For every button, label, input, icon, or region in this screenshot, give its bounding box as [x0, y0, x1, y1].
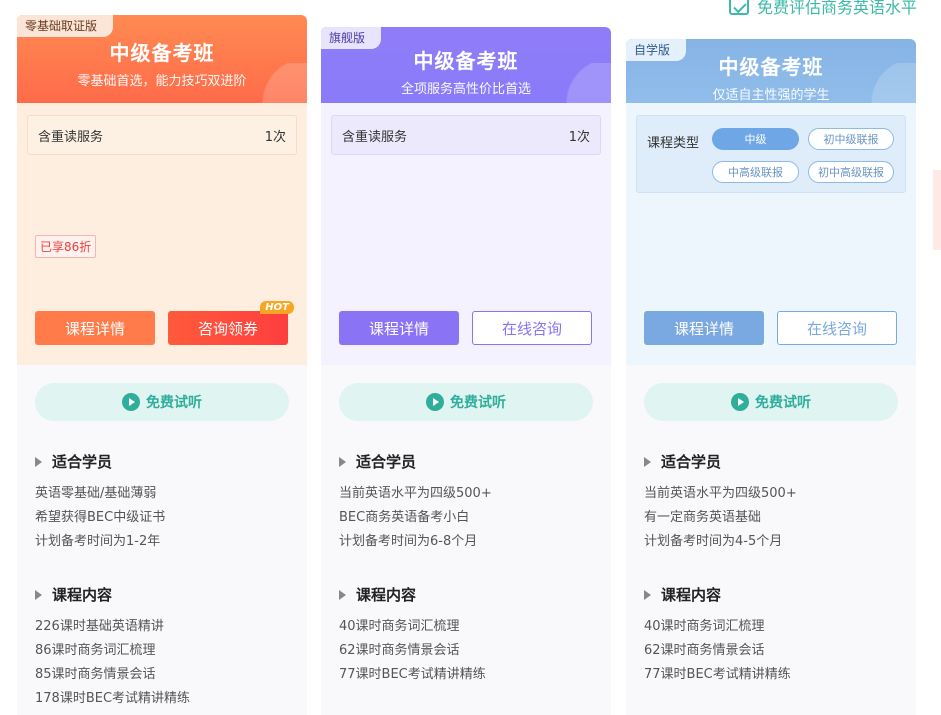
edition-tag: 旗舰版	[321, 27, 382, 49]
list-item: 计划备考时间为6-8个月	[339, 534, 478, 549]
list-item: 当前英语水平为四级500+	[644, 486, 797, 501]
course-detail-button[interactable]: 课程详情	[339, 311, 459, 345]
content-title: 课程内容	[356, 586, 417, 604]
course-type-label: 课程类型	[647, 136, 700, 151]
triangle-bullet-icon	[339, 589, 346, 600]
course-detail-button[interactable]: 课程详情	[35, 311, 155, 345]
edition-tag: 自学版	[626, 39, 687, 61]
list-item: 计划备考时间为4-5个月	[644, 534, 783, 549]
list-item: 62课时商务情景会话	[339, 643, 460, 658]
audience-list: 英语零基础/基础薄弱 希望获得BEC中级证书 计划备考时间为1-2年	[35, 482, 289, 554]
content-heading: 课程内容	[644, 584, 898, 605]
play-icon	[731, 393, 749, 411]
card-header: 旗舰版 中级备考班 全项服务高性价比首选	[321, 27, 611, 103]
free-trial-button[interactable]: 免费试听	[35, 383, 289, 421]
list-item: 有一定商务英语基础	[644, 510, 762, 525]
header-decoration	[471, 63, 611, 103]
list-item: 226课时基础英语精讲	[35, 619, 164, 634]
evaluate-level-label: 免费评估商务英语水平	[756, 0, 917, 17]
header-decoration	[167, 63, 307, 103]
course-card-self-study: 自学版 中级备考班 仅适自主性强的学生 课程类型 中级 初中级联报 中高级联报 …	[626, 39, 916, 715]
list-item: 62课时商务情景会话	[644, 643, 765, 658]
course-card-zero-basis: 零基础取证版 中级备考班 零基础首选，能力技巧双进阶 含重读服务 1次 已享86…	[17, 15, 307, 715]
content-list: 40课时商务词汇梳理 62课时商务情景会话 77课时BEC考试精讲精练	[644, 615, 898, 687]
type-option-elem-inter-adv[interactable]: 初中高级联报	[808, 161, 894, 183]
consult-coupon-label: 咨询领券	[197, 319, 258, 338]
audience-list: 当前英语水平为四级500+ 有一定商务英语基础 计划备考时间为4-5个月	[644, 482, 898, 554]
type-option-elem-inter[interactable]: 初中级联报	[808, 128, 894, 150]
list-item: 英语零基础/基础薄弱	[35, 486, 157, 501]
content-list: 226课时基础英语精讲 86课时商务词汇梳理 85课时商务情景会话 178课时B…	[35, 615, 289, 711]
list-item: 77课时BEC考试精讲精练	[339, 667, 486, 682]
content-heading: 课程内容	[35, 584, 289, 605]
free-trial-button[interactable]: 免费试听	[339, 383, 593, 421]
service-count: 1次	[264, 129, 286, 145]
content-title: 课程内容	[661, 586, 722, 604]
triangle-bullet-icon	[35, 456, 42, 467]
play-icon	[122, 393, 140, 411]
chart-check-icon	[728, 0, 749, 15]
list-item: 当前英语水平为四级500+	[339, 486, 492, 501]
list-item: 178课时BEC考试精讲精练	[35, 691, 191, 706]
edition-tag: 零基础取证版	[17, 15, 114, 37]
list-item: 86课时商务词汇梳理	[35, 643, 156, 658]
list-item: 希望获得BEC中级证书	[35, 510, 166, 525]
list-item: 77课时BEC考试精讲精练	[644, 667, 791, 682]
card-header: 自学版 中级备考班 仅适自主性强的学生	[626, 39, 916, 103]
audience-heading: 适合学员	[35, 451, 289, 472]
list-item: 计划备考时间为1-2年	[35, 534, 161, 549]
course-card-flagship: 旗舰版 中级备考班 全项服务高性价比首选 含重读服务 1次 课程详情 在线咨询 …	[321, 27, 611, 715]
audience-list: 当前英语水平为四级500+ BEC商务英语备考小白 计划备考时间为6-8个月	[339, 482, 593, 554]
triangle-bullet-icon	[339, 456, 346, 467]
triangle-bullet-icon	[35, 589, 42, 600]
reread-service-row: 含重读服务 1次	[27, 115, 297, 155]
type-option-inter-adv[interactable]: 中高级联报	[712, 161, 799, 183]
triangle-bullet-icon	[644, 456, 651, 467]
play-icon	[426, 393, 444, 411]
consult-coupon-button[interactable]: 咨询领券 HOT	[168, 301, 294, 345]
audience-title: 适合学员	[661, 453, 722, 471]
triangle-bullet-icon	[644, 589, 651, 600]
free-trial-button[interactable]: 免费试听	[644, 383, 898, 421]
content-title: 课程内容	[52, 586, 113, 604]
online-consult-button[interactable]: 在线咨询	[472, 311, 592, 345]
card-header: 零基础取证版 中级备考班 零基础首选，能力技巧双进阶	[17, 15, 307, 103]
type-option-intermediate[interactable]: 中级	[712, 128, 799, 150]
hot-badge: HOT	[260, 301, 294, 314]
page: 免费评估商务英语水平 零基础取证版 中级备考班 零基础首选，能力技巧双进阶 含重…	[0, 0, 941, 715]
course-type-selector: 课程类型 中级 初中级联报 中高级联报 初中高级联报	[636, 115, 906, 193]
list-item: 40课时商务词汇梳理	[644, 619, 765, 634]
list-item: BEC商务英语备考小白	[339, 510, 470, 525]
free-trial-label: 免费试听	[755, 395, 811, 411]
service-label: 含重读服务	[38, 129, 104, 145]
content-heading: 课程内容	[339, 584, 593, 605]
free-trial-label: 免费试听	[450, 395, 506, 411]
list-item: 40课时商务词汇梳理	[339, 619, 460, 634]
header-decoration	[776, 63, 916, 103]
audience-title: 适合学员	[52, 453, 113, 471]
service-label: 含重读服务	[342, 129, 408, 145]
content-list: 40课时商务词汇梳理 62课时商务情景会话 77课时BEC考试精讲精练	[339, 615, 593, 687]
discount-badge: 已享86折	[35, 235, 97, 258]
audience-heading: 适合学员	[339, 451, 593, 472]
free-trial-label: 免费试听	[146, 395, 202, 411]
reread-service-row: 含重读服务 1次	[331, 115, 601, 155]
evaluate-level-link[interactable]: 免费评估商务英语水平	[728, 0, 917, 18]
course-detail-button[interactable]: 课程详情	[644, 311, 764, 345]
audience-heading: 适合学员	[644, 451, 898, 472]
service-count: 1次	[568, 129, 590, 145]
list-item: 85课时商务情景会话	[35, 667, 156, 682]
online-consult-button[interactable]: 在线咨询	[777, 311, 897, 345]
right-edge-strip	[933, 170, 941, 250]
audience-title: 适合学员	[356, 453, 417, 471]
